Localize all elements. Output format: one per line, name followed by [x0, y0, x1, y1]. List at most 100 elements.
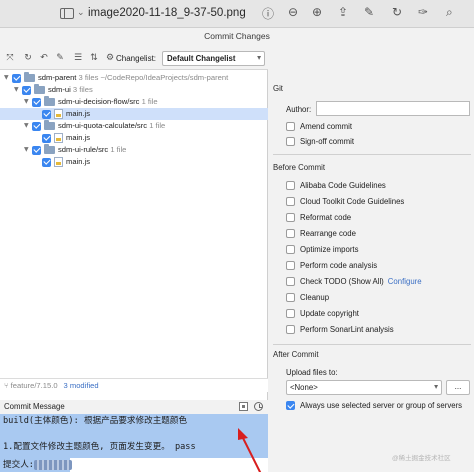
checkbox-checked[interactable]	[42, 109, 51, 119]
option-cloud-toolkit-guidelines[interactable]: Cloud Toolkit Code Guidelines	[286, 196, 404, 208]
tree-meta: 1 file	[141, 97, 158, 106]
signoff-commit-option[interactable]: Sign-off commit	[286, 136, 354, 148]
checkbox-checked[interactable]	[32, 97, 41, 107]
option-reformat-code[interactable]: Reformat code	[286, 212, 351, 224]
tree-row-main-js-selected[interactable]: main.js	[0, 108, 268, 120]
tree-meta: 1 file	[149, 121, 166, 130]
annotation-arrow	[238, 428, 262, 472]
watermark: @稀土掘金技术社区	[392, 455, 451, 462]
changelist-select[interactable]: Default Changelist ▾	[162, 51, 265, 66]
option-alibaba-guidelines[interactable]: Alibaba Code Guidelines	[286, 180, 386, 192]
checkbox-unchecked[interactable]	[286, 325, 295, 335]
chevron-down-icon[interactable]: ⌄	[77, 8, 85, 18]
always-use-server-option[interactable]: Always use selected server or group of s…	[286, 400, 462, 412]
tree-meta: 3 files	[72, 85, 93, 94]
option-optimize-imports[interactable]: Optimize imports	[286, 244, 359, 256]
expanded-chevron-icon[interactable]: ▼	[24, 144, 32, 156]
upload-server-select[interactable]: <None> ▾	[286, 380, 442, 395]
rotate-icon[interactable]: ↻	[392, 5, 402, 19]
checkbox-unchecked[interactable]	[286, 213, 295, 223]
checkbox-unchecked[interactable]	[286, 197, 295, 207]
history-icon[interactable]	[254, 402, 263, 411]
zoom-in-icon[interactable]: ⊕	[312, 5, 322, 19]
group-by-icon[interactable]: ☰	[72, 52, 84, 64]
checkbox-unchecked[interactable]	[286, 277, 295, 287]
checkbox-unchecked[interactable]	[286, 261, 295, 271]
divider	[273, 344, 471, 345]
expanded-chevron-icon[interactable]: ▼	[14, 84, 22, 96]
commit-template-icon[interactable]	[239, 402, 248, 411]
author-input[interactable]	[316, 101, 470, 116]
signoff-commit-label: Sign-off commit	[300, 137, 355, 146]
tree-label: main.js	[66, 157, 91, 166]
option-label: Reformat code	[300, 213, 352, 222]
option-label: Update copyright	[300, 309, 359, 318]
info-icon[interactable]: ⓘ	[262, 5, 274, 22]
tree-row-sdm-ui[interactable]: ▼ sdm-ui 3 files	[14, 84, 93, 96]
expanded-chevron-icon[interactable]: ▼	[24, 96, 32, 108]
checkbox-unchecked[interactable]	[286, 122, 295, 132]
markup-icon[interactable]: ✎	[364, 5, 374, 19]
checkbox-unchecked[interactable]	[286, 309, 295, 319]
checkbox-unchecked[interactable]	[286, 293, 295, 303]
diff-icon[interactable]: ✎	[54, 52, 66, 64]
tree-row-main-js[interactable]: main.js	[42, 132, 90, 144]
checkbox-checked[interactable]	[286, 401, 295, 411]
option-rearrange-code[interactable]: Rearrange code	[286, 228, 356, 240]
tree-row-sdm-parent[interactable]: ▼ sdm-parent 3 files ~/CodeRepo/IdeaProje…	[4, 72, 228, 84]
checkbox-checked[interactable]	[12, 73, 21, 83]
file-title: image2020-11-18_9-37-50.png	[88, 7, 246, 19]
configure-link[interactable]: Configure	[388, 277, 422, 286]
tree-row-rule[interactable]: ▼ sdm-ui-rule/src 1 file	[24, 144, 126, 156]
tree-row-decision-flow[interactable]: ▼ sdm-ui-decision-flow/src 1 file	[24, 96, 158, 108]
annotate-icon[interactable]: ✑	[418, 5, 428, 19]
collapse-icon[interactable]: ⇅	[88, 52, 100, 64]
browse-servers-button[interactable]: ...	[446, 380, 470, 395]
changelist-value: Default Changelist	[167, 54, 236, 63]
tree-label: main.js	[66, 133, 91, 142]
expanded-chevron-icon[interactable]: ▼	[24, 120, 32, 132]
options-icon[interactable]: ⚙	[104, 52, 116, 64]
expanded-chevron-icon[interactable]: ▼	[4, 72, 12, 84]
option-label: Cleanup	[300, 293, 330, 302]
checkbox-unchecked[interactable]	[286, 181, 295, 191]
option-update-copyright[interactable]: Update copyright	[286, 308, 359, 320]
commit-line-3: 提交人:	[0, 458, 72, 472]
commit-line-2: 1.配置文件修改主题颜色, 页面发生变更。 pass	[0, 440, 268, 454]
js-file-icon	[54, 133, 63, 143]
option-code-analysis[interactable]: Perform code analysis	[286, 260, 377, 272]
checkbox-checked[interactable]	[42, 133, 51, 143]
option-cleanup[interactable]: Cleanup	[286, 292, 329, 304]
checkbox-unchecked[interactable]	[286, 229, 295, 239]
branch-icon: ⑂	[4, 381, 11, 390]
search-icon[interactable]: ⌕	[446, 5, 453, 20]
checkbox-checked[interactable]	[32, 121, 41, 131]
option-sonarlint[interactable]: Perform SonarLint analysis	[286, 324, 394, 336]
changes-status-bar: ⑂ feature/7.15.0 3 modified	[0, 378, 268, 392]
commit-message-editor[interactable]: build(主体颜色): 根据产品要求修改主题颜色 1.配置文件修改主题颜色, …	[0, 414, 268, 472]
changelist-label: Changelist:	[116, 54, 157, 63]
tree-label: sdm-ui-rule/src	[58, 145, 109, 154]
zoom-out-icon[interactable]: ⊖	[288, 5, 298, 19]
checkbox-checked[interactable]	[22, 85, 31, 95]
server-value: <None>	[290, 383, 318, 392]
sidebar-toggle-icon[interactable]	[60, 8, 74, 19]
amend-commit-option[interactable]: Amend commit	[286, 121, 352, 133]
tree-label: sdm-ui	[48, 85, 71, 94]
refresh-icon[interactable]: ↻	[22, 52, 34, 64]
checkbox-checked[interactable]	[42, 157, 51, 167]
option-check-todo[interactable]: Check TODO (Show All) Configure	[286, 276, 422, 288]
tree-row-quota-calculate[interactable]: ▼ sdm-ui-quota-calculate/src 1 file	[24, 120, 165, 132]
changes-pane: ⤧ ↻ ↶ ✎ ☰ ⇅ ⚙ Changelist: Default Change…	[0, 48, 268, 472]
option-label: Cloud Toolkit Code Guidelines	[300, 197, 405, 206]
tree-row-main-js[interactable]: main.js	[42, 156, 90, 168]
checkbox-unchecked[interactable]	[286, 245, 295, 255]
modified-count[interactable]: 3 modified	[64, 381, 99, 390]
always-use-label: Always use selected server or group of s…	[300, 401, 463, 410]
share-icon[interactable]: ⇪	[338, 5, 348, 19]
rollback-icon[interactable]: ↶	[38, 52, 50, 64]
checkbox-unchecked[interactable]	[286, 137, 295, 147]
expand-icon[interactable]: ⤧	[4, 52, 16, 64]
checkbox-checked[interactable]	[32, 145, 41, 155]
tree-label: sdm-parent	[38, 73, 77, 82]
